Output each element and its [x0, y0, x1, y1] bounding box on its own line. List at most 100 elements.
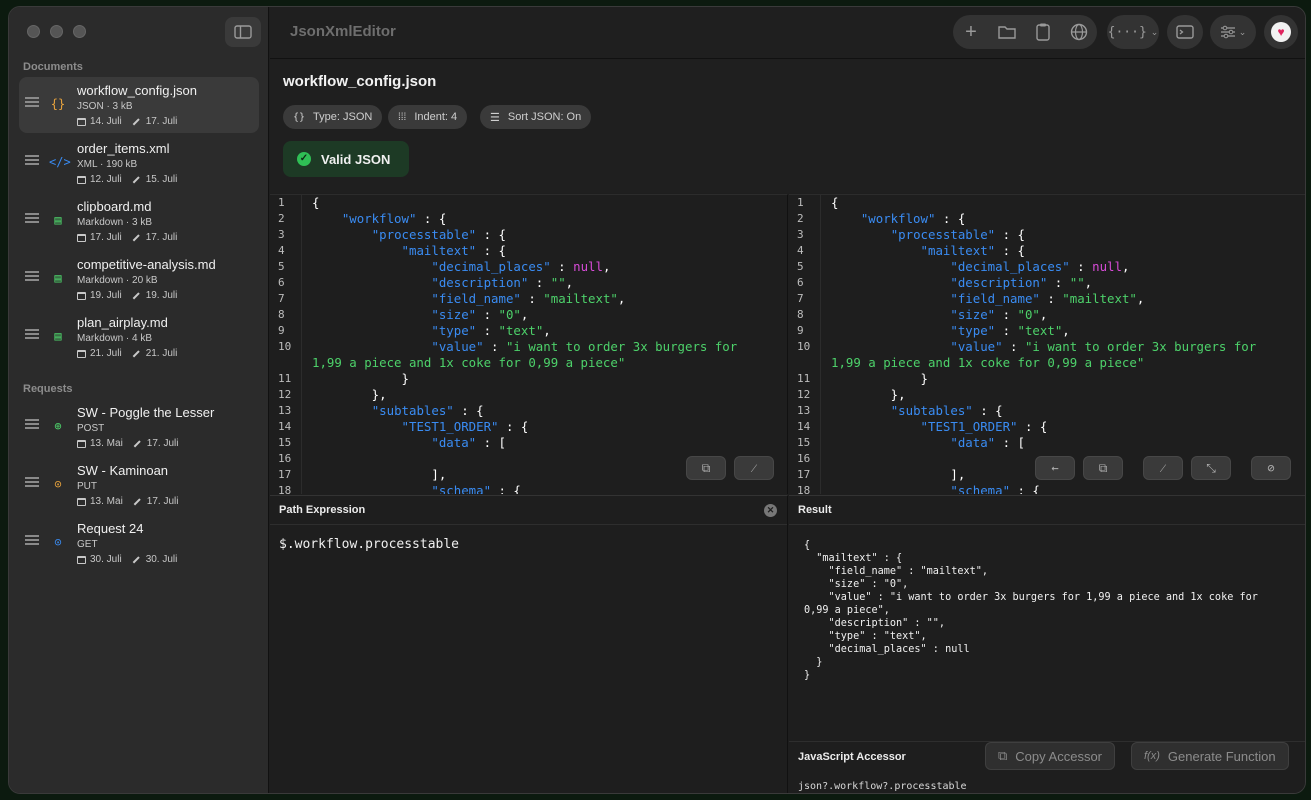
calendar-icon	[77, 291, 86, 300]
pencil-icon	[132, 292, 140, 299]
created-date: 21. Juli	[90, 348, 122, 359]
drag-handle-icon[interactable]	[25, 477, 39, 487]
chevron-down-icon: ⌄	[1150, 26, 1159, 37]
drag-handle-icon[interactable]	[25, 213, 39, 223]
link-button[interactable]: ⊘	[1251, 456, 1291, 480]
document-title: order_items.xml	[77, 141, 170, 156]
app-window: Documents {} workflow_config.json JSON · 3…	[8, 6, 1306, 794]
open-folder-button[interactable]	[989, 15, 1025, 49]
source-editor[interactable]: 1 2 3 4 5 6 7 8 9 10 11 12 13 14 15 16 1…	[270, 194, 788, 494]
sliders-icon	[1220, 25, 1235, 39]
line-number: 7	[278, 292, 285, 305]
generate-function-button[interactable]: f(x) Generate Function	[1131, 742, 1289, 770]
drag-handle-icon[interactable]	[25, 155, 39, 165]
line-number: 8	[278, 308, 285, 321]
line-number: 13	[278, 404, 292, 417]
pencil-icon	[132, 234, 140, 241]
pencil-icon	[132, 556, 140, 563]
beautify-button[interactable]: ⁄	[734, 456, 774, 480]
sidebar-icon	[234, 25, 252, 39]
pencil-icon	[132, 350, 140, 357]
request-item[interactable]: ⊙ SW - Kaminoan PUT 13. Mai 17. Juli	[19, 457, 259, 513]
favorite-button[interactable]: ♥	[1264, 15, 1298, 49]
format-menu-button[interactable]: {···} ⌄	[1107, 15, 1159, 49]
copy-button[interactable]: ⧉	[1083, 456, 1123, 480]
drag-handle-icon[interactable]	[25, 329, 39, 339]
zoom-window-button[interactable]	[73, 25, 86, 38]
pencil-icon	[133, 440, 141, 447]
main-area: JsonXmlEditor + {···} ⌄ ⌄ ♥ workflow_con…	[270, 7, 1305, 793]
indent-icon: ⁞⁞⁞	[398, 111, 407, 123]
indent-chip[interactable]: ⁞⁞⁞ Indent: 4	[388, 105, 468, 129]
sort-chip[interactable]: ☰ Sort JSON: On	[480, 105, 592, 129]
new-document-button[interactable]: +	[953, 15, 989, 49]
clear-expression-button[interactable]: ✕	[764, 504, 777, 517]
modified-date: 21. Juli	[145, 348, 178, 359]
line-number: 18	[278, 484, 292, 494]
modified-date: 19. Juli	[145, 290, 178, 301]
document-meta: XML · 190 kB	[77, 159, 138, 170]
type-chip-label: Type: JSON	[313, 111, 373, 123]
result-output: { "mailtext" : { "field_name" : "mailtex…	[804, 540, 1258, 681]
file-type-icon: </>	[49, 155, 71, 169]
copy-accessor-button[interactable]: ⧉ Copy Accessor	[985, 742, 1115, 770]
settings-menu-button[interactable]: ⌄	[1210, 15, 1256, 49]
document-item[interactable]: {} workflow_config.json JSON · 3 kB 14. Jul…	[19, 77, 259, 133]
drag-handle-icon[interactable]	[25, 419, 39, 429]
line-number: 10	[797, 340, 811, 353]
divider	[270, 524, 787, 525]
minify-button[interactable]: ⤡	[1191, 456, 1231, 480]
line-number: 15	[278, 436, 292, 449]
line-number: 16	[797, 452, 811, 465]
document-item[interactable]: ▤ competitive-analysis.md Markdown · 20 kB…	[19, 251, 259, 307]
modified-date: 30. Juli	[145, 554, 178, 565]
terminal-button[interactable]	[1167, 15, 1203, 49]
document-dates: 12. Juli 15. Juli	[77, 174, 177, 185]
drag-handle-icon[interactable]	[25, 97, 39, 107]
line-number: 6	[278, 276, 285, 289]
request-item[interactable]: ⊙ Request 24 GET 30. Juli 30. Juli	[19, 515, 259, 571]
paste-clipboard-button[interactable]	[1025, 15, 1061, 49]
document-meta: Markdown · 4 kB	[77, 333, 153, 344]
chevron-down-icon: ⌄	[1238, 26, 1247, 37]
request-meta: POST	[77, 423, 105, 434]
validation-label: Valid JSON	[321, 151, 391, 167]
checkmark-icon: ✓	[297, 152, 311, 166]
link-icon: ⊘	[1267, 461, 1275, 475]
sort-icon: ☰	[490, 111, 500, 124]
web-request-button[interactable]	[1061, 15, 1097, 49]
document-item[interactable]: </> order_items.xml XML · 190 kB 12. Juli 15…	[19, 135, 259, 191]
document-meta: Markdown · 20 kB	[77, 275, 158, 286]
type-chip[interactable]: {} Type: JSON	[283, 105, 383, 129]
document-item[interactable]: ▤ plan_airplay.md Markdown · 4 kB 21. Juli 2…	[19, 309, 259, 365]
created-date: 13. Mai	[90, 438, 123, 449]
document-item[interactable]: ▤ clipboard.md Markdown · 3 kB 17. Juli 17. …	[19, 193, 259, 249]
arrow-left-icon: ←	[1051, 461, 1059, 475]
request-item[interactable]: ⊕ SW - Poggle the Lesser POST 13. Mai 17. Ju…	[19, 399, 259, 455]
path-expression-title: Path Expression	[279, 504, 366, 516]
request-title: SW - Kaminoan	[77, 463, 169, 478]
requests-section-label: Requests	[23, 383, 73, 395]
line-number: 16	[278, 452, 292, 465]
calendar-icon	[77, 233, 86, 242]
back-button[interactable]: ←	[1035, 456, 1075, 480]
line-number: 5	[797, 260, 804, 273]
line-number: 3	[278, 228, 285, 241]
drag-handle-icon[interactable]	[25, 271, 39, 281]
globe-icon	[1070, 23, 1088, 41]
drag-handle-icon[interactable]	[25, 535, 39, 545]
document-title: workflow_config.json	[283, 73, 437, 90]
copy-icon: ⧉	[1098, 460, 1108, 475]
minimize-window-button[interactable]	[50, 25, 63, 38]
beautify-button[interactable]: ⁄	[1143, 456, 1183, 480]
close-window-button[interactable]	[27, 25, 40, 38]
path-expression-input[interactable]: $.workflow.processtable	[279, 537, 459, 552]
copy-button[interactable]: ⧉	[686, 456, 726, 480]
sidebar-toggle-button[interactable]	[225, 17, 261, 47]
file-actions-group: +	[953, 15, 1097, 49]
file-type-icon: {}	[50, 97, 66, 111]
document-title: plan_airplay.md	[77, 315, 168, 330]
line-number: 9	[278, 324, 285, 337]
output-editor[interactable]: 1 2 3 4 5 6 7 8 9 10 11 12 13 14 15 16 1…	[789, 194, 1305, 494]
code-content: { "workflow" : { "processtable" : { "mai…	[831, 195, 1257, 494]
